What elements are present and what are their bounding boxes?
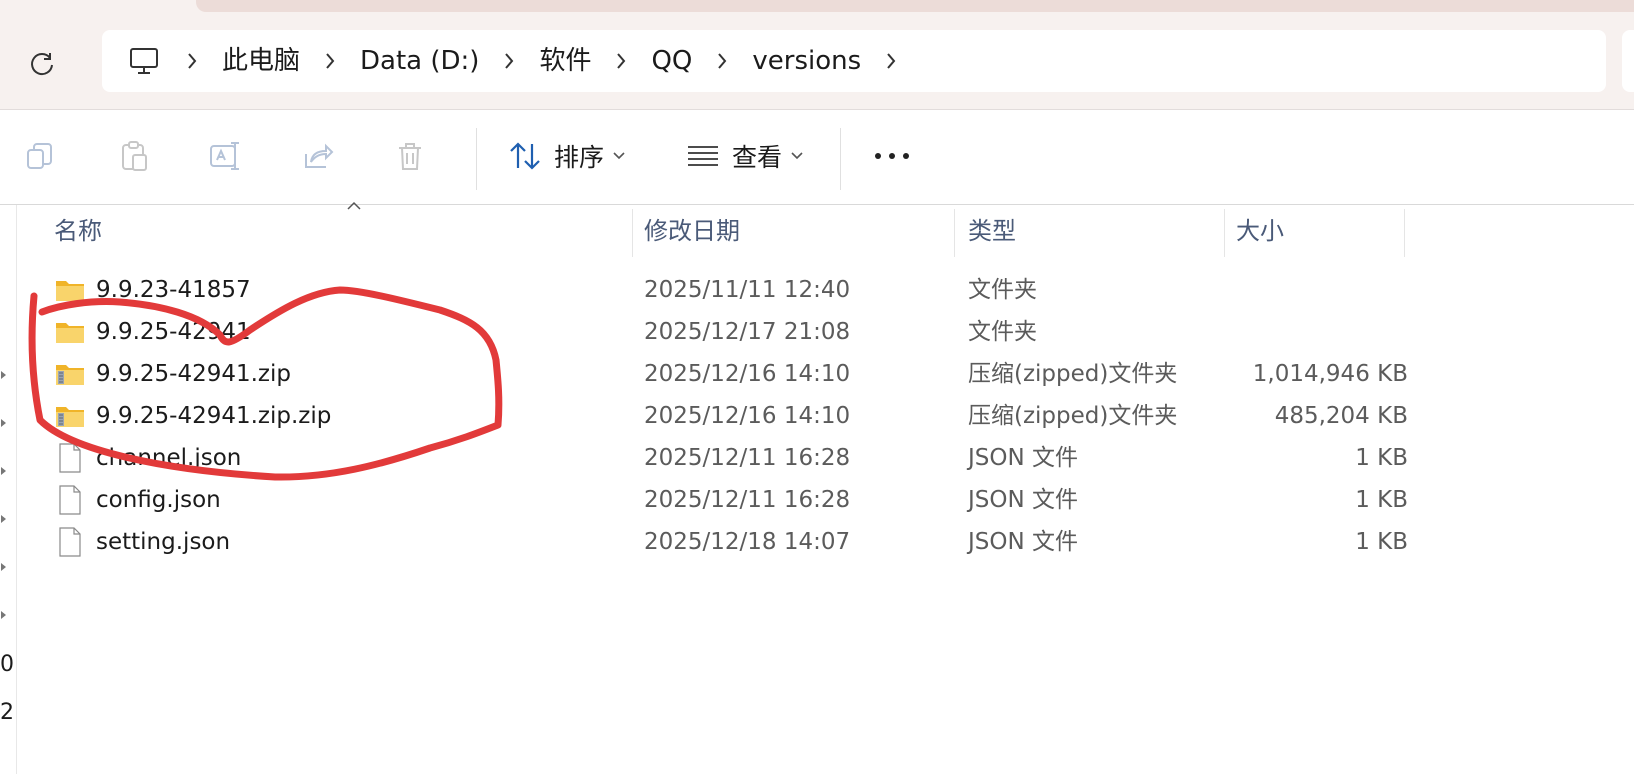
view-button[interactable]: 查看 [686,136,804,176]
zip-folder-icon [56,407,84,427]
file-row[interactable]: 9.9.25-42941.zip 2025/12/16 14:10 压缩(zip… [18,353,1634,395]
breadcrumb-item[interactable]: versions [752,43,861,79]
file-size: 1 KB [1355,487,1408,513]
file-row[interactable]: channel.json 2025/12/11 16:28 JSON 文件 1 … [18,437,1634,479]
navigation-pane-edge[interactable] [16,205,17,774]
file-name: 9.9.25-42941.zip.zip [96,403,332,429]
view-label: 查看 [732,143,783,172]
expand-arrow-icon[interactable] [0,370,8,380]
breadcrumb-item[interactable]: Data (D:) [360,43,479,79]
column-header-size[interactable]: 大小 [1236,205,1284,257]
expand-arrow-icon[interactable] [0,466,8,476]
file-type: 压缩(zipped)文件夹 [968,361,1178,387]
file-date: 2025/12/11 16:28 [644,445,851,471]
more-options-icon[interactable] [872,136,912,176]
file-type: JSON 文件 [968,529,1079,555]
share-icon[interactable] [298,136,338,176]
expand-arrow-icon[interactable] [0,562,8,572]
file-row[interactable]: 9.9.23-41857 2025/11/11 12:40 文件夹 [18,269,1634,311]
file-date: 2025/11/11 12:40 [644,277,851,303]
file-row[interactable]: 9.9.25-42941 2025/12/17 21:08 文件夹 [18,311,1634,353]
breadcrumb-item[interactable]: 此电脑 [222,43,300,79]
this-pc-icon[interactable] [126,43,162,79]
chevron-right-icon[interactable] [861,43,921,79]
chevron-right-icon[interactable] [300,43,360,79]
file-date: 2025/12/16 14:10 [644,361,851,387]
file-type: 文件夹 [968,277,1037,303]
chevron-right-icon[interactable] [692,43,752,79]
file-name: channel.json [96,445,242,471]
column-header-type[interactable]: 类型 [968,205,1016,257]
address-bar[interactable]: 此电脑 Data (D:) 软件 QQ versions [102,30,1606,92]
column-header-row: 名称 修改日期 类型 大小 [18,201,1634,257]
sort-icon [510,142,540,170]
column-separator[interactable] [632,209,633,257]
file-size [1232,311,1408,353]
folder-icon [56,323,84,343]
expand-arrow-icon[interactable] [0,610,8,620]
command-bar: 排序 查看 [0,110,1634,204]
zip-folder-icon [56,365,84,385]
file-icon [59,443,81,473]
file-type: JSON 文件 [968,445,1079,471]
file-icon [59,527,81,557]
expand-arrow-icon[interactable] [0,514,8,524]
file-date: 2025/12/17 21:08 [644,319,851,345]
breadcrumb-item[interactable]: QQ [651,43,692,79]
file-name: config.json [96,487,221,513]
file-name: 9.9.23-41857 [96,277,251,303]
chevron-right-icon[interactable] [479,43,539,79]
file-type: JSON 文件 [968,487,1079,513]
chevron-right-icon[interactable] [591,43,651,79]
view-list-icon [688,146,718,166]
search-box-edge[interactable] [1622,30,1634,92]
sort-button[interactable]: 排序 [508,136,626,176]
file-name: 9.9.25-42941 [96,319,251,345]
sort-ascending-icon [347,201,361,210]
file-size: 1 KB [1355,529,1408,555]
file-size [1232,269,1408,311]
expand-arrow-icon[interactable] [0,418,8,428]
toolbar-separator [840,128,841,190]
file-icon [59,485,81,515]
rename-icon[interactable] [206,136,246,176]
delete-icon[interactable] [390,136,430,176]
file-type: 压缩(zipped)文件夹 [968,403,1178,429]
file-size: 1 KB [1355,445,1408,471]
folder-icon [56,281,84,301]
refresh-icon [31,53,53,76]
file-type: 文件夹 [968,319,1037,345]
file-row[interactable]: setting.json 2025/12/18 14:07 JSON 文件 1 … [18,521,1634,563]
paste-icon[interactable] [114,136,154,176]
copy-icon[interactable] [20,136,60,176]
tab-strip [196,0,1634,12]
column-header-date[interactable]: 修改日期 [644,205,740,257]
file-row[interactable]: 9.9.25-42941.zip.zip 2025/12/16 14:10 压缩… [18,395,1634,437]
column-separator[interactable] [954,209,955,257]
toolbar-separator [476,128,477,190]
file-name: setting.json [96,529,231,555]
sort-label: 排序 [554,143,605,172]
file-date: 2025/12/16 14:10 [644,403,851,429]
file-row[interactable]: config.json 2025/12/11 16:28 JSON 文件 1 K… [18,479,1634,521]
file-name: 9.9.25-42941.zip [96,361,291,387]
refresh-button[interactable] [18,40,66,88]
chevron-down-icon [791,152,803,160]
file-size: 485,204 KB [1274,403,1408,429]
column-header-name[interactable]: 名称 [54,205,102,257]
column-separator[interactable] [1224,209,1225,257]
column-separator[interactable] [1404,209,1405,257]
file-date: 2025/12/18 14:07 [644,529,851,555]
chevron-right-icon[interactable] [162,43,222,79]
chevron-down-icon [613,152,625,160]
nav-item-fragment[interactable]: 2 [0,700,14,725]
nav-item-fragment[interactable]: 07 [0,652,14,677]
breadcrumb-item[interactable]: 软件 [539,43,591,79]
file-size: 1,014,946 KB [1252,361,1408,387]
file-date: 2025/12/11 16:28 [644,487,851,513]
